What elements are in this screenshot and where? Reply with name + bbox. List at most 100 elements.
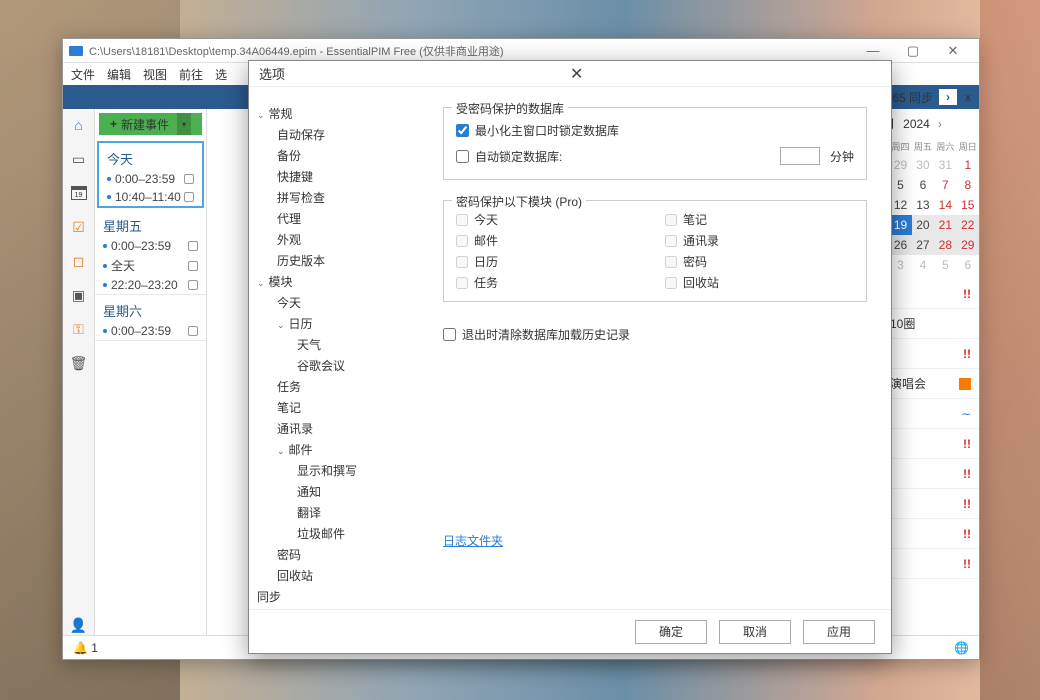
event-checkbox[interactable] bbox=[188, 326, 198, 336]
trash-icon[interactable]: 🗑 bbox=[69, 353, 89, 373]
tree-node[interactable]: 今天 bbox=[277, 292, 411, 313]
checkbox-lock-on-minimize[interactable] bbox=[456, 124, 469, 137]
event-checkbox[interactable] bbox=[184, 192, 194, 202]
new-event-dropdown[interactable]: ▾ bbox=[177, 113, 191, 135]
cal-day[interactable]: 12 bbox=[889, 195, 911, 215]
cal-day[interactable]: 15 bbox=[957, 195, 979, 215]
cal-day[interactable]: 5 bbox=[934, 255, 956, 275]
user-icon[interactable]: 👤 bbox=[69, 615, 89, 635]
tree-node[interactable]: 谷歌会议 bbox=[297, 355, 411, 376]
tree-node[interactable]: 拼写检查 bbox=[277, 187, 411, 208]
cal-day[interactable]: 8 bbox=[957, 175, 979, 195]
tree-node[interactable]: 快捷键 bbox=[277, 166, 411, 187]
tree-node[interactable]: 显示和撰写 bbox=[297, 460, 411, 481]
tree-node[interactable]: 翻译 bbox=[297, 502, 411, 523]
close-button[interactable]: ✕ bbox=[933, 40, 973, 62]
tree-node[interactable]: 历史版本 bbox=[277, 250, 411, 271]
tree-node[interactable]: 外观 bbox=[277, 229, 411, 250]
expand-icon[interactable]: ⌄ bbox=[257, 110, 265, 120]
cal-day[interactable]: 7 bbox=[934, 175, 956, 195]
key-icon[interactable]: ⚿ bbox=[69, 319, 89, 339]
tree-node[interactable]: 通讯录 bbox=[277, 418, 411, 439]
cal-day[interactable]: 13 bbox=[912, 195, 934, 215]
cal-day[interactable]: 29 bbox=[957, 235, 979, 255]
event-row[interactable]: 全天 bbox=[95, 255, 206, 276]
tree-node[interactable]: ⌄日历 bbox=[277, 313, 411, 334]
event-checkbox[interactable] bbox=[184, 174, 194, 184]
cal-day[interactable]: 19 bbox=[889, 215, 911, 235]
cal-day[interactable]: 14 bbox=[934, 195, 956, 215]
contacts-icon[interactable]: ▣ bbox=[69, 285, 89, 305]
menu-more[interactable]: 选 bbox=[215, 66, 227, 83]
event-checkbox[interactable] bbox=[188, 241, 198, 251]
event-row[interactable]: 0:00–23:59 bbox=[95, 322, 206, 340]
cal-day[interactable]: 26 bbox=[889, 235, 911, 255]
bell-icon[interactable]: 🔔 1 bbox=[73, 641, 98, 655]
tree-node[interactable]: 垃圾邮件 bbox=[297, 523, 411, 544]
checkbox-auto-lock[interactable] bbox=[456, 150, 469, 163]
menu-edit[interactable]: 编辑 bbox=[107, 66, 131, 83]
menu-file[interactable]: 文件 bbox=[71, 66, 95, 83]
apply-button[interactable]: 应用 bbox=[803, 620, 875, 644]
expand-icon[interactable]: ⌄ bbox=[277, 320, 285, 330]
event-row[interactable]: 0:00–23:59 bbox=[95, 237, 206, 255]
dialog-close-icon[interactable]: ✕ bbox=[570, 64, 881, 84]
cal-day[interactable]: 22 bbox=[957, 215, 979, 235]
event-checkbox[interactable] bbox=[188, 280, 198, 290]
cal-day[interactable]: 28 bbox=[934, 235, 956, 255]
card-icon[interactable]: ▭ bbox=[69, 149, 89, 169]
tree-node[interactable]: 通知 bbox=[297, 481, 411, 502]
cal-day[interactable]: 21 bbox=[934, 215, 956, 235]
tree-node[interactable]: 代理 bbox=[277, 208, 411, 229]
minutes-spinner[interactable] bbox=[780, 147, 820, 165]
home-icon[interactable]: ⌂ bbox=[69, 115, 89, 135]
event-row[interactable]: 10:40–11:40 bbox=[99, 188, 202, 206]
note-icon[interactable]: ◻ bbox=[69, 251, 89, 271]
ok-button[interactable]: 确定 bbox=[635, 620, 707, 644]
menu-view[interactable]: 视图 bbox=[143, 66, 167, 83]
cancel-button[interactable]: 取消 bbox=[719, 620, 791, 644]
tree-node[interactable]: 任务 bbox=[277, 376, 411, 397]
new-event-button[interactable]: + 新建事件 ▾ bbox=[99, 113, 202, 135]
cal-day[interactable]: 6 bbox=[957, 255, 979, 275]
cal-day[interactable]: 3 bbox=[889, 255, 911, 275]
tree-node[interactable]: 天气 bbox=[297, 334, 411, 355]
cal-day[interactable]: 31 bbox=[934, 155, 956, 175]
event-row[interactable]: 0:00–23:59 bbox=[99, 170, 202, 188]
cal-day[interactable]: 5 bbox=[889, 175, 911, 195]
module-label: 笔记 bbox=[683, 211, 707, 228]
minimize-button[interactable]: ― bbox=[853, 40, 893, 62]
tree-node[interactable]: 备份 bbox=[277, 145, 411, 166]
tree-node[interactable]: 笔记 bbox=[277, 397, 411, 418]
cal-day[interactable]: 20 bbox=[912, 215, 934, 235]
sync-arrow-icon[interactable]: › bbox=[939, 89, 957, 105]
tree-node[interactable]: 自动保存 bbox=[277, 124, 411, 145]
menu-go[interactable]: 前往 bbox=[179, 66, 203, 83]
event-row[interactable]: 22:20–23:20 bbox=[95, 276, 206, 294]
maximize-button[interactable]: ▢ bbox=[893, 40, 933, 62]
tree-node[interactable]: 密码 bbox=[277, 544, 411, 565]
globe-icon[interactable]: 🌐 bbox=[954, 641, 969, 655]
tree-node[interactable]: ⌄常规 bbox=[257, 103, 411, 124]
log-folder-link[interactable]: 日志文件夹 bbox=[443, 532, 503, 549]
event-checkbox[interactable] bbox=[188, 261, 198, 271]
module-checkbox bbox=[456, 277, 468, 289]
tree-node[interactable]: 回收站 bbox=[277, 565, 411, 586]
tree-node[interactable]: ⌄模块 bbox=[257, 271, 411, 292]
expand-icon[interactable]: ⌄ bbox=[257, 278, 265, 288]
tree-node[interactable]: 同步 bbox=[257, 586, 411, 607]
cal-day[interactable]: 29 bbox=[889, 155, 911, 175]
checkbox-clear-history[interactable] bbox=[443, 328, 456, 341]
cal-day[interactable]: 6 bbox=[912, 175, 934, 195]
sync-close[interactable]: x bbox=[965, 90, 971, 104]
cal-day[interactable]: 1 bbox=[957, 155, 979, 175]
cal-day[interactable]: 4 bbox=[912, 255, 934, 275]
calendar-icon[interactable]: 19 bbox=[69, 183, 89, 203]
cal-day[interactable]: 30 bbox=[912, 155, 934, 175]
options-tree[interactable]: ⌄常规自动保存备份快捷键拼写检查代理外观历史版本⌄模块今天⌄日历天气谷歌会议任务… bbox=[249, 87, 419, 609]
tree-node[interactable]: ⌄邮件 bbox=[277, 439, 411, 460]
cal-next[interactable]: › bbox=[938, 117, 942, 131]
cal-day[interactable]: 27 bbox=[912, 235, 934, 255]
check-icon[interactable]: ☑ bbox=[69, 217, 89, 237]
expand-icon[interactable]: ⌄ bbox=[277, 446, 285, 456]
